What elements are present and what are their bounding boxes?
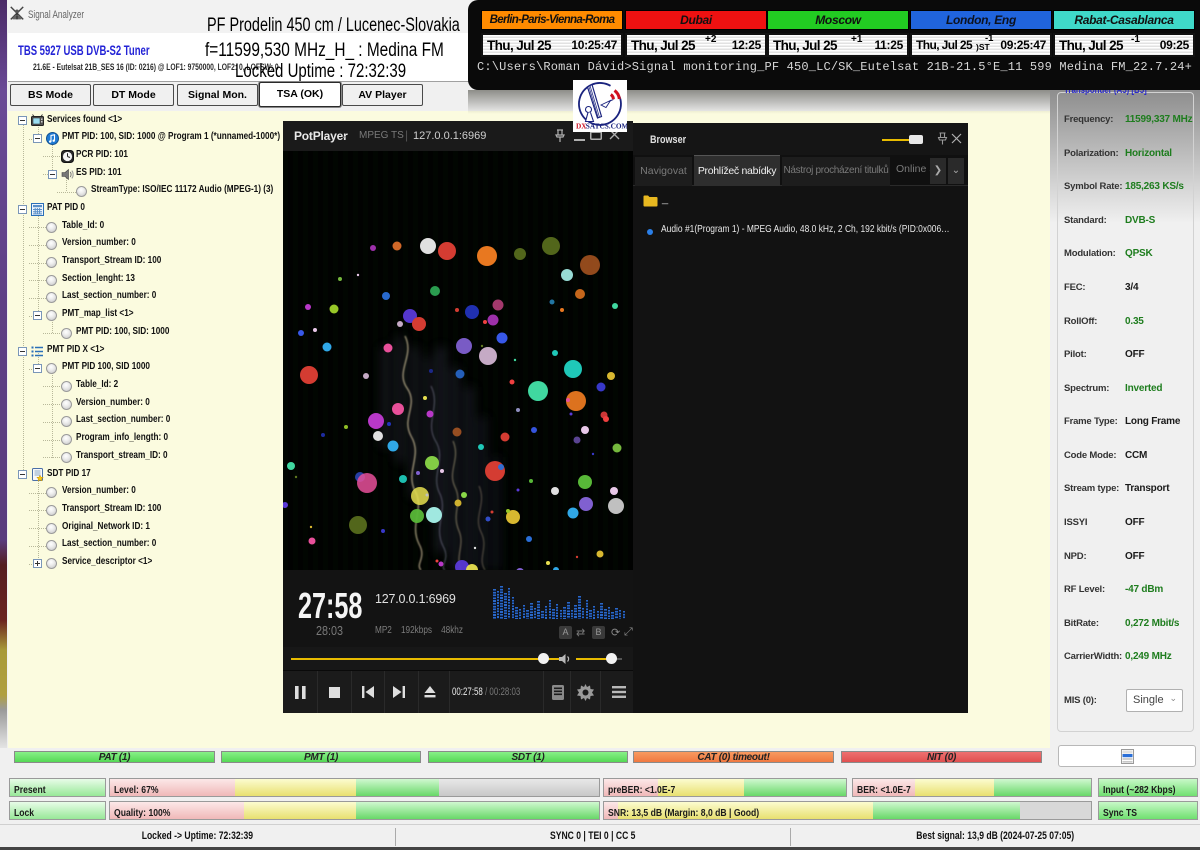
svg-text:SATCS.COM: SATCS.COM [586,122,627,131]
